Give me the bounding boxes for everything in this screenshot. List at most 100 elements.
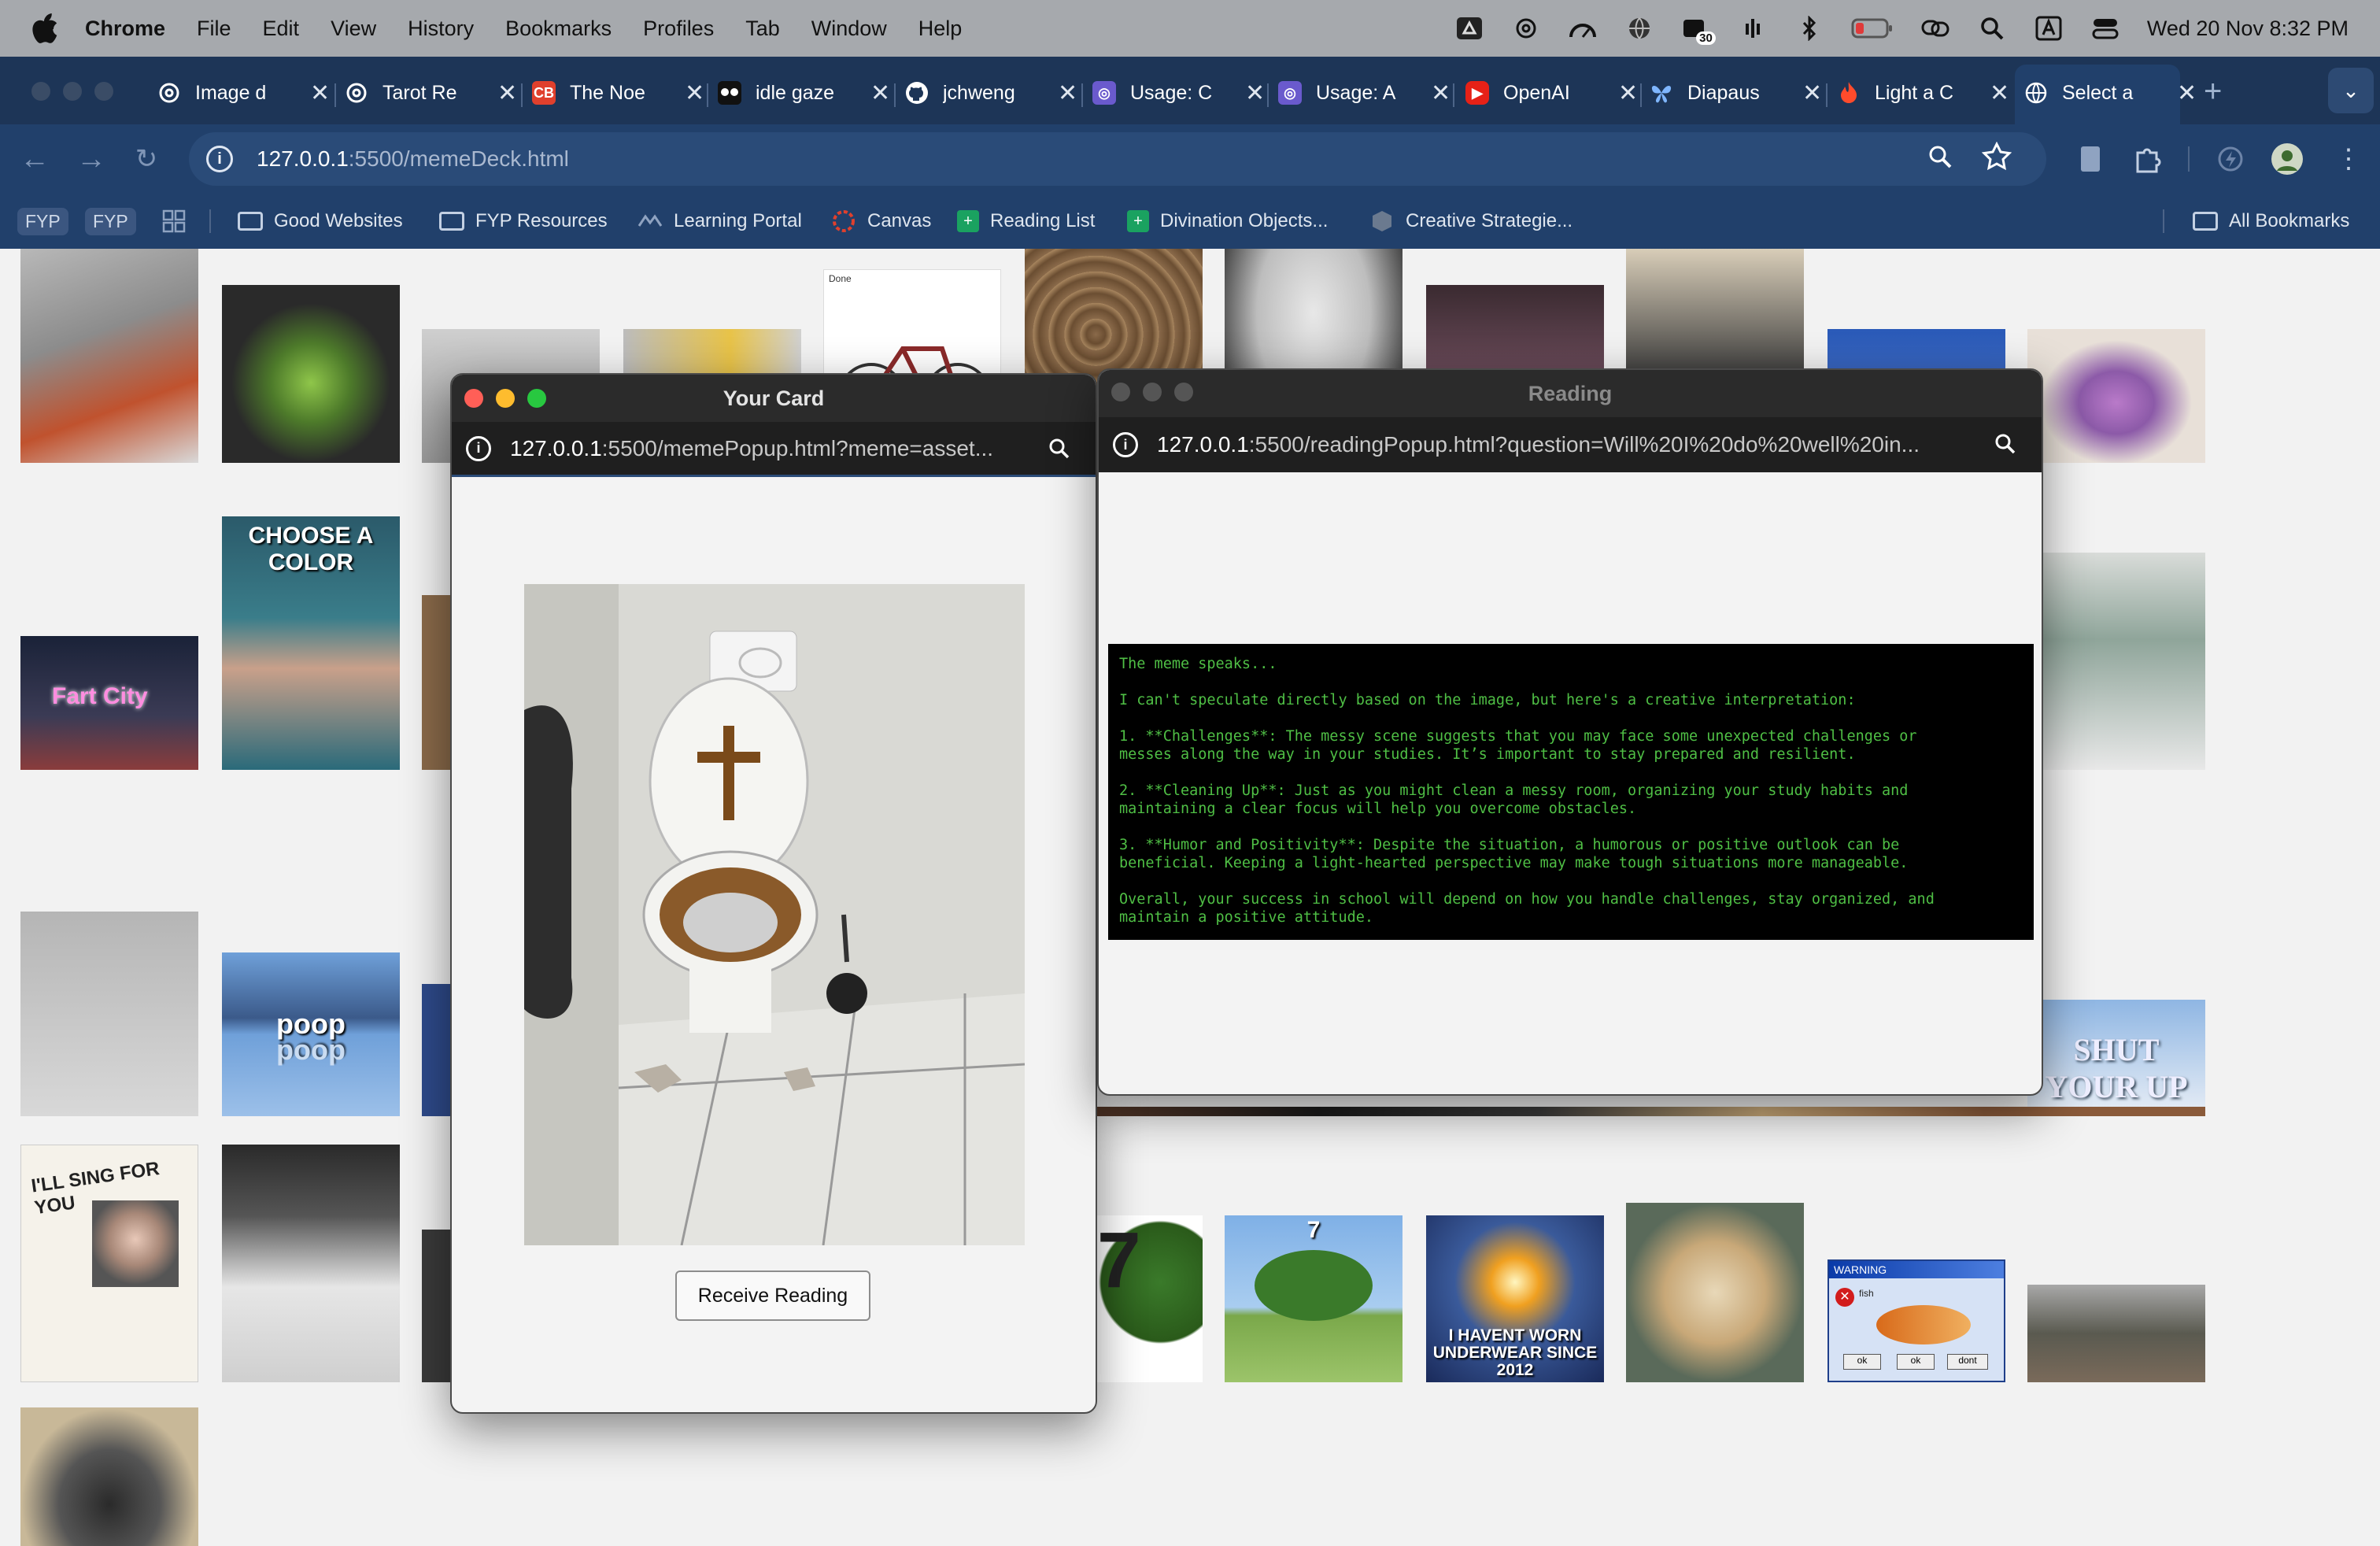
forward-arrow-icon[interactable]: →: [71, 139, 112, 179]
apple-icon[interactable]: [31, 13, 58, 43]
tab-close-icon[interactable]: ✕: [870, 80, 890, 107]
screen-mirroring-icon[interactable]: [1920, 15, 1950, 42]
meme-card-partial-3[interactable]: [422, 1230, 453, 1382]
apps-grid-icon[interactable]: [162, 194, 186, 249]
popup-zoom-button[interactable]: [1174, 383, 1193, 401]
tab-tarot-re[interactable]: Tarot Re ✕: [345, 68, 517, 118]
meme-card-green-figure[interactable]: [222, 285, 400, 463]
tab-search-chevron-icon[interactable]: ⌄: [2328, 68, 2374, 113]
tab-usage-a[interactable]: ◎ Usage: A ✕: [1278, 68, 1451, 118]
bookmark-canvas[interactable]: Canvas: [831, 194, 931, 249]
menu-bar-clock[interactable]: Wed 20 Nov 8:32 PM: [2147, 17, 2349, 41]
meme-card-pigeons[interactable]: [20, 912, 198, 1116]
menu-help[interactable]: Help: [918, 17, 963, 41]
popup-minimize-button[interactable]: [1143, 383, 1162, 401]
tab-idle-gaze[interactable]: idle gaze ✕: [718, 68, 890, 118]
card-popup-urlbar[interactable]: i 127.0.0.1 :5500/memePopup.html?meme=as…: [452, 422, 1096, 477]
calendar-badge-icon[interactable]: 30: [1681, 15, 1716, 45]
bookmark-chip-fyp-2[interactable]: FYP: [85, 194, 136, 249]
meme-card-aliens[interactable]: [20, 249, 198, 463]
zoom-icon[interactable]: [1047, 436, 1072, 468]
bookmark-creative-strategies[interactable]: Creative Strategie...: [1369, 194, 1572, 249]
bookmark-folder-fyp-resources[interactable]: FYP Resources: [439, 194, 608, 249]
meme-card-costume[interactable]: [2027, 329, 2205, 463]
google-drive-icon[interactable]: [1454, 15, 1484, 42]
bookmark-star-icon[interactable]: [1981, 141, 2012, 177]
menu-view[interactable]: View: [331, 17, 376, 41]
back-arrow-icon[interactable]: ←: [14, 139, 55, 179]
new-tab-plus-icon[interactable]: +: [2204, 74, 2222, 109]
menu-history[interactable]: History: [408, 17, 474, 41]
meme-card-warning-dialog[interactable]: WARNING ✕ fish ok ok dont: [1828, 1259, 2005, 1382]
site-info-icon[interactable]: i: [1113, 432, 1138, 457]
menu-file[interactable]: File: [197, 17, 231, 41]
tab-close-icon[interactable]: ✕: [1618, 80, 1638, 107]
tab-usage-c[interactable]: ◎ Usage: C ✕: [1092, 68, 1265, 118]
tab-close-icon[interactable]: ✕: [310, 80, 330, 107]
meme-card-hidden-row[interactable]: [1097, 1107, 2205, 1116]
window-close-button[interactable]: [31, 82, 50, 101]
meme-card-poop-boob[interactable]: poop boob: [222, 952, 400, 1116]
meme-card-partial-2[interactable]: [422, 984, 453, 1116]
zoom-icon[interactable]: [1927, 143, 1955, 177]
reload-icon[interactable]: ↻: [126, 139, 167, 179]
popup-close-button[interactable]: [1111, 383, 1130, 401]
control-center-icon[interactable]: [2090, 15, 2120, 42]
battery-icon[interactable]: [1851, 15, 1894, 42]
popup-close-button[interactable]: [464, 389, 483, 408]
zoom-icon[interactable]: [1993, 431, 2018, 463]
menu-window[interactable]: Window: [811, 17, 887, 41]
meme-card-sing-for-you[interactable]: I'LL SING FOR YOU: [20, 1145, 198, 1382]
popup-minimize-button[interactable]: [496, 389, 515, 408]
tab-openai[interactable]: ▶ OpenAI ✕: [1465, 68, 1638, 118]
profile-avatar[interactable]: [2270, 142, 2304, 176]
meme-card-seven-tree[interactable]: 7: [1097, 1215, 1203, 1382]
reading-list-icon[interactable]: [2073, 142, 2108, 176]
meme-card-toilets[interactable]: [2027, 553, 2205, 770]
tab-jchweng[interactable]: jchweng ✕: [905, 68, 1077, 118]
more-menu-icon[interactable]: ⋮: [2331, 142, 2366, 176]
tab-close-icon[interactable]: ✕: [1990, 80, 2009, 107]
tab-close-icon[interactable]: ✕: [1431, 80, 1451, 107]
menu-edit[interactable]: Edit: [263, 17, 300, 41]
menu-bookmarks[interactable]: Bookmarks: [505, 17, 612, 41]
all-bookmarks-folder[interactable]: All Bookmarks: [2193, 194, 2349, 249]
window-minimize-button[interactable]: [63, 82, 82, 101]
meme-card-partial[interactable]: [422, 595, 453, 770]
input-source-icon[interactable]: [2034, 15, 2064, 42]
meme-card-dark-object[interactable]: [20, 1407, 198, 1546]
meme-card-car-drinker[interactable]: [222, 1145, 400, 1382]
menu-app-name[interactable]: Chrome: [85, 17, 165, 41]
tab-close-icon[interactable]: ✕: [685, 80, 704, 107]
openai-icon[interactable]: [1511, 15, 1541, 42]
tab-the-noe[interactable]: CB The Noe ✕: [532, 68, 704, 118]
meme-card-underwear[interactable]: I HAVENT WORN UNDERWEAR SINCE 2012: [1426, 1215, 1604, 1382]
receive-reading-button[interactable]: Receive Reading: [675, 1270, 870, 1321]
bluetooth-icon[interactable]: [1794, 15, 1824, 42]
site-info-icon[interactable]: i: [466, 435, 491, 461]
network-icon[interactable]: [1738, 15, 1768, 42]
tab-light-a-c[interactable]: Light a C ✕: [1837, 68, 2009, 118]
bookmark-chip-fyp[interactable]: FYP: [17, 194, 68, 249]
tab-select-a[interactable]: Select a ✕: [2024, 68, 2197, 118]
window-zoom-button[interactable]: [94, 82, 113, 101]
dashboard-icon[interactable]: [1568, 15, 1598, 42]
tab-image-d[interactable]: Image d ✕: [157, 68, 330, 118]
bookmark-divination-objects[interactable]: + Divination Objects...: [1127, 194, 1328, 249]
meme-card-flood[interactable]: [2027, 1285, 2205, 1382]
meme-card-fart-city[interactable]: Fart City: [20, 636, 198, 770]
tab-close-icon[interactable]: ✕: [1802, 80, 1822, 107]
bookmark-learning-portal[interactable]: Learning Portal: [638, 194, 802, 249]
tab-diapaus[interactable]: Diapaus ✕: [1650, 68, 1822, 118]
menu-tab[interactable]: Tab: [745, 17, 780, 41]
meme-card-bread[interactable]: [1626, 1203, 1804, 1382]
meme-card-shut-your-up[interactable]: SHUT YOUR UP: [2027, 1000, 2205, 1116]
meme-card-choose-a-color[interactable]: CHOOSE A COLOR: [222, 516, 400, 770]
tab-close-icon[interactable]: ✕: [497, 80, 517, 107]
popup-zoom-button[interactable]: [527, 389, 546, 408]
reading-popup-urlbar[interactable]: i 127.0.0.1 :5500/readingPopup.html?ques…: [1099, 417, 2042, 472]
address-bar[interactable]: i 127.0.0.1 :5500/memeDeck.html: [189, 132, 2046, 186]
bookmark-reading-list[interactable]: + Reading List: [957, 194, 1095, 249]
globe-icon[interactable]: [1624, 15, 1654, 42]
menu-profiles[interactable]: Profiles: [643, 17, 714, 41]
